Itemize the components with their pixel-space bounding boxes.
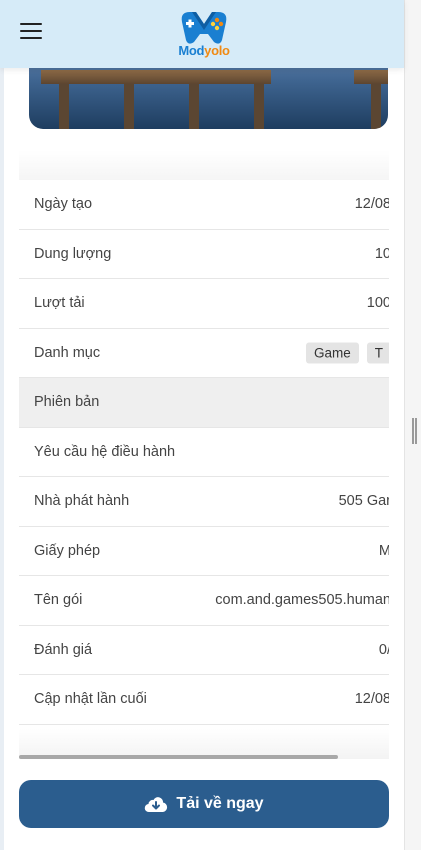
page-left-edge	[0, 0, 4, 850]
detail-row-size: Dung lượng 10	[19, 230, 389, 279]
top-header: Modyolo	[0, 0, 404, 68]
detail-row-last-updated: Cập nhật lần cuối 12/08	[19, 675, 389, 725]
detail-label: Dung lượng	[34, 245, 112, 262]
detail-value: M	[378, 542, 389, 559]
detail-label: Cập nhật lần cuối	[34, 691, 147, 708]
detail-label: Yêu cầu hệ điều hành	[34, 443, 176, 460]
detail-row-rating: Đánh giá 0/	[19, 626, 389, 675]
detail-value: 100	[366, 295, 389, 312]
detail-row-created: Ngày tạo 12/08	[19, 180, 389, 230]
site-logo[interactable]: Modyolo	[172, 6, 236, 62]
detail-label: Nhà phát hành	[34, 493, 130, 510]
detail-row-os-requirement: Yêu cầu hệ điều hành	[19, 428, 389, 477]
detail-label: Tên gói	[34, 592, 83, 609]
detail-label: Phiên bản	[34, 394, 100, 411]
detail-value: 0/	[378, 641, 389, 658]
detail-row-package-name: Tên gói com.and.games505.human	[19, 576, 389, 626]
detail-label: Danh mục	[34, 344, 101, 361]
detail-row-downloads: Lượt tải 100	[19, 279, 389, 329]
hamburger-icon[interactable]	[20, 23, 42, 41]
download-now-button[interactable]: Tải về ngay	[19, 780, 389, 828]
detail-row-license: Giấy phép M	[19, 527, 389, 576]
detail-label: Ngày tạo	[34, 196, 93, 213]
section-divider	[19, 150, 389, 180]
detail-row-publisher: Nhà phát hành 505 Gar	[19, 477, 389, 527]
detail-row-version: Phiên bản	[19, 378, 389, 428]
table-horizontal-scrollbar[interactable]	[19, 755, 338, 759]
download-button-label: Tải về ngay	[176, 795, 264, 812]
detail-label: Đánh giá	[34, 641, 93, 658]
detail-row-category: Danh mục Game T	[19, 329, 389, 378]
scrollbar-thumb[interactable]	[412, 418, 417, 444]
detail-value[interactable]: 505 Gar	[339, 493, 389, 509]
detail-label: Lượt tải	[34, 295, 85, 312]
detail-label: Giấy phép	[34, 542, 101, 559]
detail-value: 12/08	[354, 196, 389, 213]
app-details-table: Ngày tạo 12/08 Dung lượng 10 Lượt tải 10…	[19, 180, 389, 725]
category-tag-game[interactable]: Game	[305, 342, 359, 364]
detail-value: com.and.games505.human	[215, 592, 389, 609]
detail-value: 10	[374, 245, 389, 262]
gamepad-logo-icon	[181, 12, 227, 44]
logo-text: Modyolo	[178, 43, 230, 58]
detail-value: 12/08	[354, 691, 389, 708]
category-tag-second[interactable]: T	[366, 342, 389, 364]
category-tags: Game T	[298, 342, 389, 364]
cloud-download-icon	[145, 797, 168, 813]
